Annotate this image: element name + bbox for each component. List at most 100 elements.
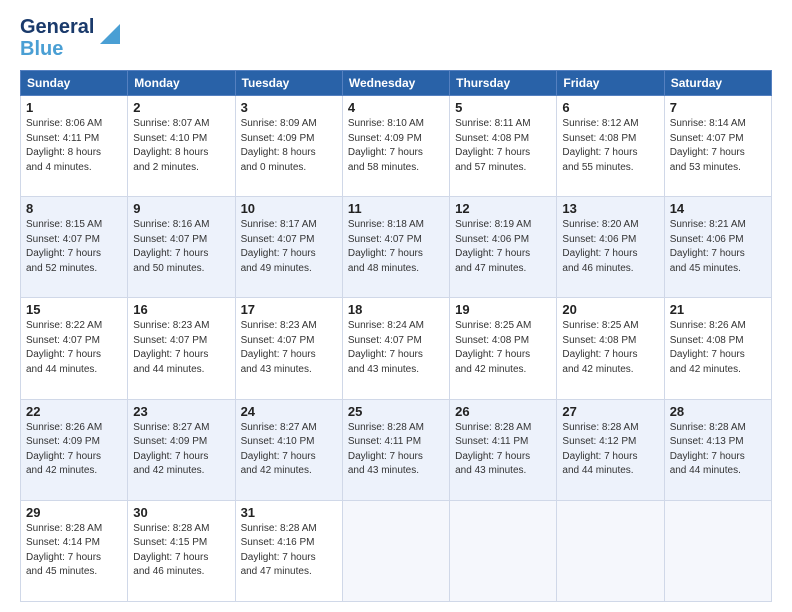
day-number: 13 [562,201,658,216]
calendar-header-row: SundayMondayTuesdayWednesdayThursdayFrid… [21,71,772,96]
day-number: 30 [133,505,229,520]
calendar-cell: 20 Sunrise: 8:25 AMSunset: 4:08 PMDayligh… [557,298,664,399]
day-info: Sunrise: 8:24 AMSunset: 4:07 PMDaylight:… [348,319,444,377]
calendar-cell: 7 Sunrise: 8:14 AMSunset: 4:07 PMDaylight… [664,96,771,197]
calendar-cell: 16 Sunrise: 8:23 AMSunset: 4:07 PMDayligh… [128,298,235,399]
calendar-cell: 2 Sunrise: 8:07 AMSunset: 4:10 PMDaylight… [128,96,235,197]
week-row-2: 8 Sunrise: 8:15 AMSunset: 4:07 PMDaylight… [21,197,772,298]
day-number: 27 [562,404,658,419]
day-header-saturday: Saturday [664,71,771,96]
calendar-cell: 19 Sunrise: 8:25 AMSunset: 4:08 PMDayligh… [450,298,557,399]
day-info: Sunrise: 8:27 AMSunset: 4:10 PMDaylight:… [241,421,337,479]
day-info: Sunrise: 8:12 AMSunset: 4:08 PMDaylight:… [562,117,658,175]
day-info: Sunrise: 8:25 AMSunset: 4:08 PMDaylight:… [562,319,658,377]
calendar-cell: 12Sunrise: 8:19 AMSunset: 4:06 PMDayligh… [450,197,557,298]
day-number: 9 [133,201,229,216]
day-info: Sunrise: 8:26 AMSunset: 4:09 PMDaylight:… [26,421,122,479]
day-info: Sunrise: 8:19 AMSunset: 4:06 PMDaylight:… [455,218,551,276]
day-info: Sunrise: 8:23 AMSunset: 4:07 PMDaylight:… [133,319,229,377]
day-header-wednesday: Wednesday [342,71,449,96]
calendar-cell: 30 Sunrise: 8:28 AMSunset: 4:15 PMDayligh… [128,500,235,601]
calendar-cell: 8 Sunrise: 8:15 AMSunset: 4:07 PMDaylight… [21,197,128,298]
day-info: Sunrise: 8:18 AMSunset: 4:07 PMDaylight:… [348,218,444,276]
calendar-table: SundayMondayTuesdayWednesdayThursdayFrid… [20,70,772,602]
calendar-cell: 22 Sunrise: 8:26 AMSunset: 4:09 PMDayligh… [21,399,128,500]
calendar-cell [557,500,664,601]
calendar-cell: 1 Sunrise: 8:06 AMSunset: 4:11 PMDaylight… [21,96,128,197]
logo-text: GeneralBlue [20,16,94,60]
day-header-sunday: Sunday [21,71,128,96]
calendar-cell: 17Sunrise: 8:23 AMSunset: 4:07 PMDayligh… [235,298,342,399]
day-header-friday: Friday [557,71,664,96]
day-info: Sunrise: 8:22 AMSunset: 4:07 PMDaylight:… [26,319,122,377]
day-info: Sunrise: 8:28 AMSunset: 4:12 PMDaylight:… [562,421,658,479]
day-info: Sunrise: 8:26 AMSunset: 4:08 PMDaylight:… [670,319,766,377]
day-number: 14 [670,201,766,216]
calendar-cell: 31 Sunrise: 8:28 AMSunset: 4:16 PMDayligh… [235,500,342,601]
calendar-cell: 6Sunrise: 8:12 AMSunset: 4:08 PMDaylight… [557,96,664,197]
day-info: Sunrise: 8:15 AMSunset: 4:07 PMDaylight:… [26,218,122,276]
day-number: 16 [133,302,229,317]
calendar-cell: 5Sunrise: 8:11 AMSunset: 4:08 PMDaylight… [450,96,557,197]
day-info: Sunrise: 8:10 AMSunset: 4:09 PMDaylight:… [348,117,444,175]
day-header-monday: Monday [128,71,235,96]
day-number: 18 [348,302,444,317]
calendar-cell: 21 Sunrise: 8:26 AMSunset: 4:08 PMDayligh… [664,298,771,399]
calendar-cell: 9Sunrise: 8:16 AMSunset: 4:07 PMDaylight… [128,197,235,298]
day-number: 5 [455,100,551,115]
day-info: Sunrise: 8:21 AMSunset: 4:06 PMDaylight:… [670,218,766,276]
day-number: 10 [241,201,337,216]
week-row-3: 15 Sunrise: 8:22 AMSunset: 4:07 PMDayligh… [21,298,772,399]
day-number: 1 [26,100,122,115]
day-number: 21 [670,302,766,317]
calendar-cell: 3Sunrise: 8:09 AMSunset: 4:09 PMDaylight… [235,96,342,197]
day-number: 22 [26,404,122,419]
day-number: 19 [455,302,551,317]
day-info: Sunrise: 8:28 AMSunset: 4:14 PMDaylight:… [26,522,122,580]
day-number: 15 [26,302,122,317]
calendar-cell: 29 Sunrise: 8:28 AMSunset: 4:14 PMDayligh… [21,500,128,601]
day-number: 28 [670,404,766,419]
calendar-cell [450,500,557,601]
day-number: 26 [455,404,551,419]
day-info: Sunrise: 8:14 AMSunset: 4:07 PMDaylight:… [670,117,766,175]
calendar-cell [664,500,771,601]
day-header-tuesday: Tuesday [235,71,342,96]
day-info: Sunrise: 8:09 AMSunset: 4:09 PMDaylight:… [241,117,337,175]
calendar-cell: 10 Sunrise: 8:17 AMSunset: 4:07 PMDayligh… [235,197,342,298]
day-number: 7 [670,100,766,115]
day-info: Sunrise: 8:28 AMSunset: 4:11 PMDaylight:… [348,421,444,479]
calendar-cell: 26 Sunrise: 8:28 AMSunset: 4:11 PMDayligh… [450,399,557,500]
day-number: 4 [348,100,444,115]
day-info: Sunrise: 8:17 AMSunset: 4:07 PMDaylight:… [241,218,337,276]
calendar-cell: 4 Sunrise: 8:10 AMSunset: 4:09 PMDaylight… [342,96,449,197]
page: GeneralBlue SundayMondayTuesdayWednesday… [0,0,792,612]
day-header-thursday: Thursday [450,71,557,96]
week-row-4: 22 Sunrise: 8:26 AMSunset: 4:09 PMDayligh… [21,399,772,500]
calendar-cell: 28Sunrise: 8:28 AMSunset: 4:13 PMDayligh… [664,399,771,500]
week-row-1: 1 Sunrise: 8:06 AMSunset: 4:11 PMDaylight… [21,96,772,197]
day-number: 20 [562,302,658,317]
day-number: 17 [241,302,337,317]
calendar-cell: 11 Sunrise: 8:18 AMSunset: 4:07 PMDayligh… [342,197,449,298]
day-info: Sunrise: 8:06 AMSunset: 4:11 PMDaylight:… [26,117,122,175]
calendar-cell [342,500,449,601]
day-number: 11 [348,201,444,216]
day-number: 8 [26,201,122,216]
day-info: Sunrise: 8:25 AMSunset: 4:08 PMDaylight:… [455,319,551,377]
calendar-cell: 13 Sunrise: 8:20 AMSunset: 4:06 PMDayligh… [557,197,664,298]
calendar-cell: 23 Sunrise: 8:27 AMSunset: 4:09 PMDayligh… [128,399,235,500]
day-number: 29 [26,505,122,520]
day-info: Sunrise: 8:07 AMSunset: 4:10 PMDaylight:… [133,117,229,175]
day-info: Sunrise: 8:28 AMSunset: 4:16 PMDaylight:… [241,522,337,580]
day-number: 24 [241,404,337,419]
day-info: Sunrise: 8:27 AMSunset: 4:09 PMDaylight:… [133,421,229,479]
day-info: Sunrise: 8:28 AMSunset: 4:15 PMDaylight:… [133,522,229,580]
calendar-cell: 27 Sunrise: 8:28 AMSunset: 4:12 PMDayligh… [557,399,664,500]
day-info: Sunrise: 8:28 AMSunset: 4:11 PMDaylight:… [455,421,551,479]
calendar-cell: 14 Sunrise: 8:21 AMSunset: 4:06 PMDayligh… [664,197,771,298]
day-info: Sunrise: 8:20 AMSunset: 4:06 PMDaylight:… [562,218,658,276]
day-number: 2 [133,100,229,115]
day-number: 23 [133,404,229,419]
day-number: 31 [241,505,337,520]
